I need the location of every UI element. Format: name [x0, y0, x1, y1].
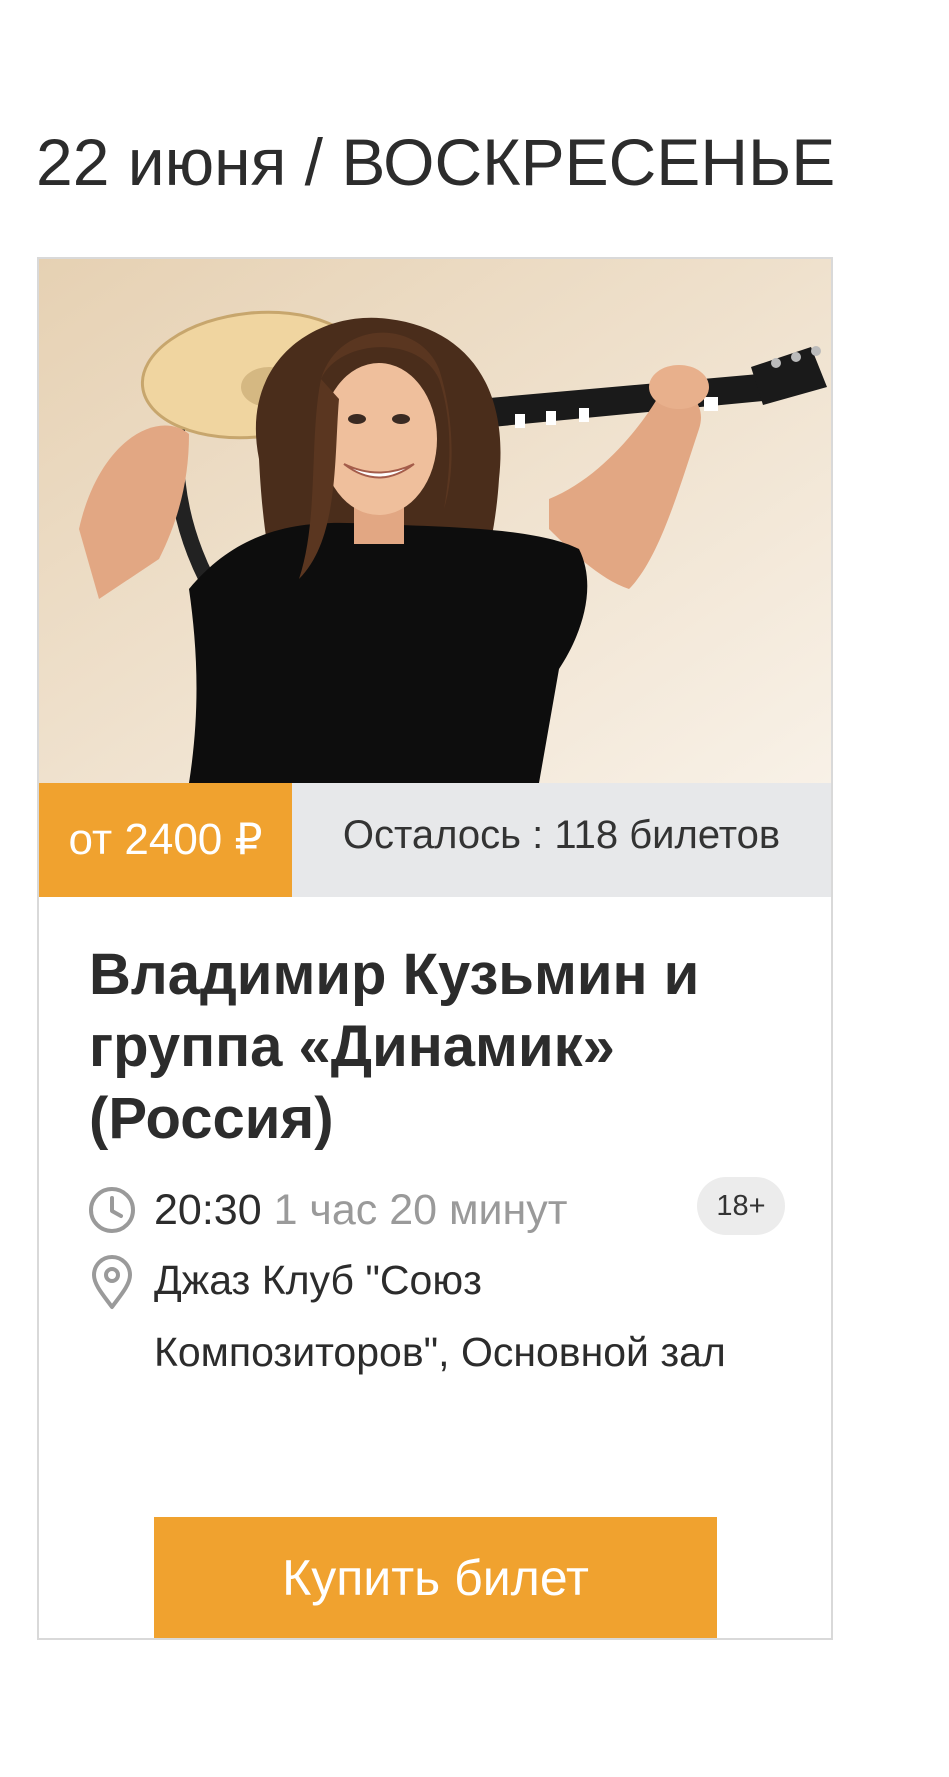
event-time-line: 20:30 1 час 20 минут [154, 1174, 568, 1246]
price-badge: от 2400 ₽ [39, 783, 292, 897]
event-duration: 1 час 20 минут [273, 1186, 568, 1234]
buy-ticket-button[interactable]: Купить билет [154, 1517, 717, 1638]
age-rating-badge: 18+ [697, 1177, 785, 1235]
page: 22 июня / ВОСКРЕСЕНЬЕ от 2400 ₽ Осталось… [0, 0, 949, 1777]
event-card[interactable]: от 2400 ₽ Осталось : 118 билетов Владими… [37, 257, 833, 1640]
event-time: 20:30 [154, 1186, 262, 1234]
map-pin-icon [92, 1255, 132, 1309]
event-venue: Джаз Клуб "Союз Композиторов", Основной … [154, 1257, 726, 1375]
event-photo[interactable] [39, 259, 831, 783]
tickets-left-label: Осталось : 118 билетов [292, 783, 831, 897]
event-title[interactable]: Владимир Кузьмин и группа «Динамик» (Рос… [89, 939, 749, 1155]
clock-icon [89, 1187, 135, 1233]
date-heading: 22 июня / ВОСКРЕСЕНЬЕ [36, 125, 836, 199]
